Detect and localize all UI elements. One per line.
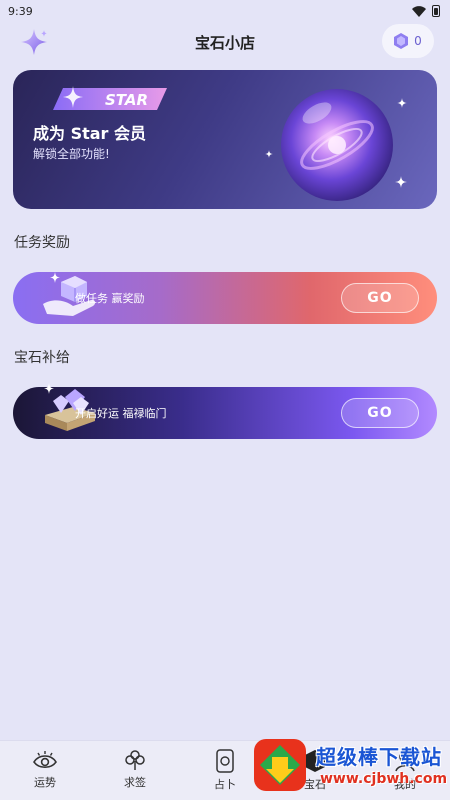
gem-shop-page: 9:39 宝石小店 0 STAR 成为 Star 会员 解锁全部功能! 任务奖励… (0, 0, 450, 800)
star-badge-label: STAR (105, 91, 148, 109)
status-icons (412, 5, 440, 17)
star-membership-banner[interactable]: STAR 成为 Star 会员 解锁全部功能! (13, 70, 437, 209)
gem-supply-card[interactable]: 开启好运 福禄临门 GO (13, 383, 437, 439)
tarot-card-icon (216, 749, 234, 773)
gem-count: 0 (414, 34, 422, 48)
section-title-tasks: 任务奖励 (14, 235, 70, 251)
task-go-button[interactable]: GO (341, 283, 419, 313)
site-watermark: 超级棒下载站 www.cjbwh.com (250, 735, 450, 800)
nav-item-fortune[interactable]: 运势 (10, 749, 80, 797)
nav-item-lots[interactable]: 求签 (100, 749, 170, 797)
eye-icon (33, 751, 57, 769)
clover-icon (125, 750, 145, 770)
supply-go-button[interactable]: GO (341, 398, 419, 428)
nav-label-fortune: 运势 (34, 776, 56, 789)
nav-label-lots: 求签 (124, 776, 146, 789)
download-logo-icon (254, 739, 306, 791)
gem-icon (394, 33, 409, 49)
task-reward-card[interactable]: 做任务 赢奖励 GO (13, 272, 437, 324)
crystal-ball-icon (281, 89, 393, 201)
sparkle-icon (397, 98, 407, 108)
wifi-icon (412, 5, 426, 17)
status-bar: 9:39 (0, 0, 450, 22)
banner-subtitle: 解锁全部功能! (33, 147, 110, 161)
watermark-url: www.cjbwh.com (320, 771, 448, 787)
watermark-text: 超级棒下载站 (316, 745, 442, 769)
banner-title: 成为 Star 会员 (33, 124, 147, 143)
task-card-text: 做任务 赢奖励 (75, 292, 145, 305)
status-time: 9:39 (8, 4, 33, 18)
sparkle-icon (265, 150, 273, 158)
star-badge: STAR (53, 86, 167, 110)
battery-icon (432, 5, 440, 17)
sparkle-icon (395, 176, 407, 188)
header: 宝石小店 0 (0, 22, 450, 62)
supply-card-text: 开启好运 福禄临门 (75, 407, 167, 420)
section-title-supply: 宝石补给 (14, 350, 70, 366)
gem-balance[interactable]: 0 (382, 24, 434, 58)
